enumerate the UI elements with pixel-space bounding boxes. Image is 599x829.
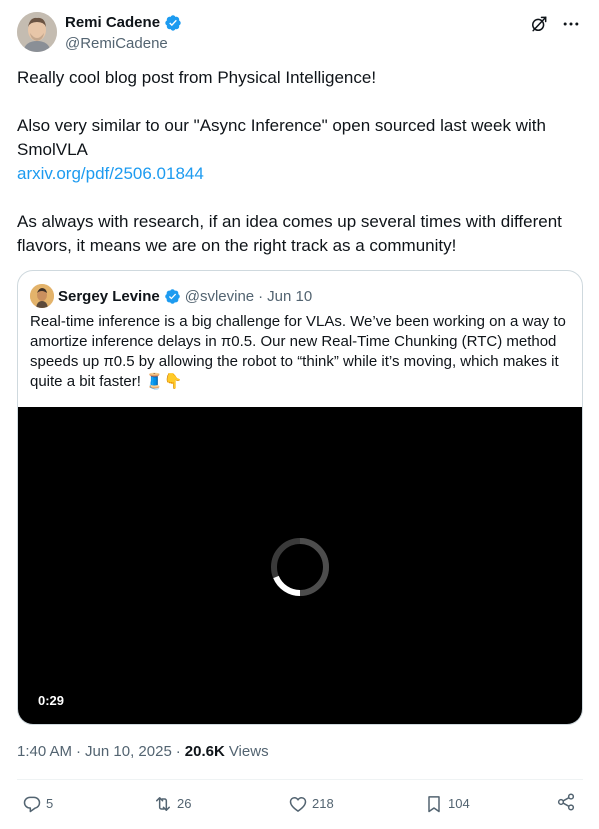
- repost-count: 26: [177, 796, 192, 811]
- reply-button[interactable]: 5: [22, 792, 53, 816]
- tweet-line: As always with research, if an idea come…: [17, 212, 562, 231]
- loading-spinner-icon: [271, 538, 329, 596]
- like-count: 218: [312, 796, 334, 811]
- tweet-line: Also very similar to our "Async Inferenc…: [17, 116, 546, 135]
- bookmark-count: 104: [448, 796, 470, 811]
- views-count: 20.6K: [184, 743, 225, 760]
- tweet-header: Remi Cadene @RemiCadene: [17, 12, 587, 54]
- verified-badge-icon: [164, 288, 180, 304]
- tweet-line: SmolVLA: [17, 140, 88, 159]
- quoted-author-name[interactable]: Sergey Levine: [58, 288, 160, 305]
- person-avatar-icon: [17, 12, 57, 52]
- tweet-line: flavors, it means we are on the right tr…: [17, 236, 457, 255]
- share-icon: [557, 793, 575, 811]
- like-button[interactable]: 218: [288, 792, 334, 816]
- author-handle[interactable]: @RemiCadene: [65, 34, 182, 54]
- quoted-tweet-date[interactable]: Jun 10: [267, 288, 312, 305]
- person-avatar-icon: [30, 284, 54, 308]
- author-avatar[interactable]: [17, 12, 57, 52]
- separator-dot: ·: [76, 743, 82, 760]
- author-display-name[interactable]: Remi Cadene: [65, 13, 160, 32]
- more-icon[interactable]: [561, 14, 581, 34]
- heart-icon: [289, 797, 307, 812]
- tweet-time[interactable]: 1:40 AM: [17, 742, 72, 762]
- views-label: Views: [228, 743, 269, 760]
- header-actions: [529, 14, 581, 34]
- quoted-author-handle[interactable]: @svlevine: [185, 288, 254, 305]
- verified-badge-icon: [165, 14, 181, 31]
- tweet-date[interactable]: Jun 10, 2025: [85, 742, 172, 762]
- repost-button[interactable]: 26: [153, 792, 191, 816]
- repost-icon: [156, 797, 170, 811]
- video-duration: 0:29: [38, 693, 65, 708]
- quoted-tweet-text: Real-time inference is a big challenge f…: [30, 313, 566, 390]
- tweet-body: Really cool blog post from Physical Inte…: [17, 66, 583, 258]
- share-button[interactable]: [556, 792, 576, 812]
- quoted-tweet-header: Sergey Levine @svlevine · Jun 10: [30, 284, 312, 308]
- bookmark-icon: [428, 796, 440, 813]
- divider: [17, 779, 583, 780]
- reply-icon: [23, 796, 41, 813]
- quoted-tweet[interactable]: Sergey Levine @svlevine · Jun 10 Real-ti…: [17, 270, 583, 725]
- action-bar: 5 26 218 104: [0, 792, 599, 816]
- video-player[interactable]: 0:29: [18, 407, 582, 724]
- tweet-meta: 1:40 AM · Jun 10, 2025 · 20.6K Views: [17, 742, 269, 762]
- author-names: Remi Cadene @RemiCadene: [65, 13, 182, 54]
- quoted-author-avatar[interactable]: [30, 284, 54, 308]
- tweet-line: Really cool blog post from Physical Inte…: [17, 68, 377, 87]
- bookmark-button[interactable]: 104: [424, 792, 470, 816]
- grok-icon[interactable]: [529, 14, 549, 34]
- separator-dot: ·: [258, 287, 264, 305]
- tweet-link[interactable]: arxiv.org/pdf/2506.01844: [17, 164, 204, 183]
- reply-count: 5: [46, 796, 54, 811]
- separator-dot: ·: [175, 743, 181, 760]
